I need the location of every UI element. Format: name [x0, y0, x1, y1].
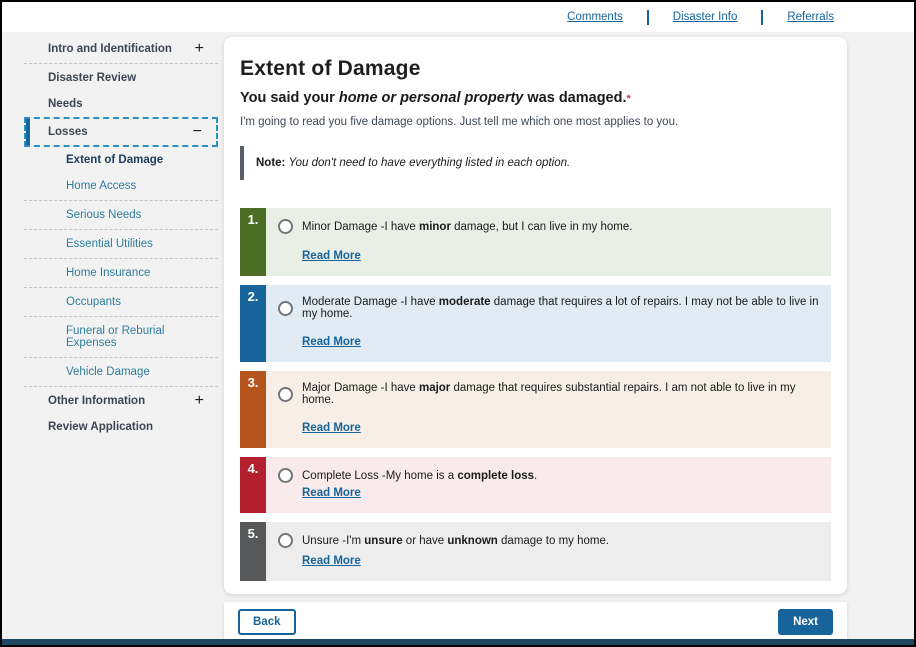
- sidebar-item-intro-and-identification[interactable]: Intro and Identification +: [24, 36, 218, 62]
- sidebar-separator: [24, 229, 218, 230]
- collapse-minus-icon: −: [193, 126, 202, 138]
- sidebar-item-label: Home Insurance: [66, 267, 150, 279]
- page-title: Extent of Damage: [240, 57, 831, 81]
- option-row-complete-loss: 4. Complete Loss -My home is a complete …: [240, 457, 831, 513]
- top-nav-link-comments[interactable]: Comments: [567, 11, 623, 23]
- option-5-label: Unsure -I'm unsure or have unknown damag…: [302, 535, 609, 547]
- sidebar-item-losses[interactable]: Losses −: [24, 117, 218, 147]
- option-3-label: Major Damage -I have major damage that r…: [302, 382, 819, 406]
- sidebar-separator: [24, 357, 218, 358]
- sidebar-item-disaster-review[interactable]: Disaster Review: [24, 65, 218, 91]
- sidebar-item-occupants[interactable]: Occupants: [24, 289, 218, 315]
- main-content-panel: Extent of Damage You said your home or p…: [224, 37, 847, 594]
- option-4-label: Complete Loss -My home is a complete los…: [302, 470, 537, 482]
- sidebar-item-label: Disaster Review: [48, 72, 136, 84]
- option-5-radio[interactable]: [278, 533, 293, 548]
- option-1-read-more-link[interactable]: Read More: [302, 250, 361, 262]
- sidebar-item-label: Other Information: [48, 395, 145, 407]
- sidebar-item-needs[interactable]: Needs: [24, 91, 218, 117]
- bottom-footer-bar: [2, 639, 914, 645]
- sidebar-item-funeral-or-reburial-expenses[interactable]: Funeral or Reburial Expenses: [24, 318, 218, 356]
- option-3-read-more-link[interactable]: Read More: [302, 422, 361, 434]
- sidebar-item-label: Occupants: [66, 296, 121, 308]
- sidebar-item-vehicle-damage[interactable]: Vehicle Damage: [24, 359, 218, 385]
- sidebar-separator: [24, 287, 218, 288]
- option-row-unsure: 5. Unsure -I'm unsure or have unknown da…: [240, 522, 831, 581]
- intro-text: I'm going to read you five damage option…: [240, 116, 831, 128]
- sidebar-item-label: Vehicle Damage: [66, 366, 150, 378]
- option-2-read-more-link[interactable]: Read More: [302, 336, 361, 348]
- next-button[interactable]: Next: [778, 609, 833, 635]
- sidebar-separator: [24, 386, 218, 387]
- sidebar-item-extent-of-damage[interactable]: Extent of Damage: [24, 147, 218, 173]
- sidebar-item-label: Serious Needs: [66, 209, 141, 221]
- option-number-badge: 3.: [240, 371, 266, 448]
- option-number-badge: 4.: [240, 457, 266, 513]
- top-nav-link-referrals[interactable]: Referrals: [787, 11, 834, 23]
- option-row-moderate-damage: 2. Moderate Damage -I have moderate dama…: [240, 285, 831, 362]
- sidebar-separator: [24, 200, 218, 201]
- sidebar-item-label: Losses: [48, 126, 88, 138]
- option-row-minor-damage: 1. Minor Damage -I have minor damage, bu…: [240, 208, 831, 276]
- option-row-major-damage: 3. Major Damage -I have major damage tha…: [240, 371, 831, 448]
- sidebar-item-label: Funeral or Reburial Expenses: [66, 325, 204, 349]
- sidebar-item-label: Essential Utilities: [66, 238, 153, 250]
- expand-plus-icon: +: [195, 395, 204, 407]
- sidebar-item-label: Needs: [48, 98, 83, 110]
- sidebar-item-label: Intro and Identification: [48, 43, 172, 55]
- sidebar-item-serious-needs[interactable]: Serious Needs: [24, 202, 218, 228]
- sidebar-item-label: Extent of Damage: [66, 154, 163, 166]
- question-subtitle: You said your home or personal property …: [240, 90, 831, 106]
- option-5-read-more-link[interactable]: Read More: [302, 555, 361, 567]
- sidebar-item-label: Review Application: [48, 421, 153, 433]
- option-2-radio[interactable]: [278, 301, 293, 316]
- option-number-badge: 2.: [240, 285, 266, 362]
- top-nav-link-disaster-info[interactable]: Disaster Info: [673, 11, 738, 23]
- option-number-badge: 5.: [240, 522, 266, 581]
- nav-separator: [647, 10, 649, 25]
- top-nav: Comments Disaster Info Referrals: [2, 2, 914, 32]
- option-number-badge: 1.: [240, 208, 266, 276]
- expand-plus-icon: +: [195, 43, 204, 55]
- footer-action-bar: Back Next: [224, 602, 847, 642]
- option-3-radio[interactable]: [278, 387, 293, 402]
- sidebar-item-label: Home Access: [66, 180, 136, 192]
- option-2-label: Moderate Damage -I have moderate damage …: [302, 296, 819, 320]
- option-4-radio[interactable]: [278, 468, 293, 483]
- option-1-label: Minor Damage -I have minor damage, but I…: [302, 221, 632, 233]
- sidebar-item-essential-utilities[interactable]: Essential Utilities: [24, 231, 218, 257]
- sidebar-item-home-insurance[interactable]: Home Insurance: [24, 260, 218, 286]
- sidebar-separator: [24, 316, 218, 317]
- back-button[interactable]: Back: [238, 609, 296, 635]
- sidebar-nav: Intro and Identification + Disaster Revi…: [24, 36, 218, 440]
- note-callout: Note: You don't need to have everything …: [240, 146, 831, 180]
- option-1-radio[interactable]: [278, 219, 293, 234]
- sidebar-item-other-information[interactable]: Other Information +: [24, 388, 218, 414]
- sidebar-item-review-application[interactable]: Review Application: [24, 414, 218, 440]
- option-4-read-more-link[interactable]: Read More: [302, 487, 361, 499]
- sidebar-item-home-access[interactable]: Home Access: [24, 173, 218, 199]
- sidebar-separator: [24, 258, 218, 259]
- sidebar-separator: [24, 63, 218, 64]
- nav-separator: [761, 10, 763, 25]
- damage-options-list: 1. Minor Damage -I have minor damage, bu…: [240, 208, 831, 581]
